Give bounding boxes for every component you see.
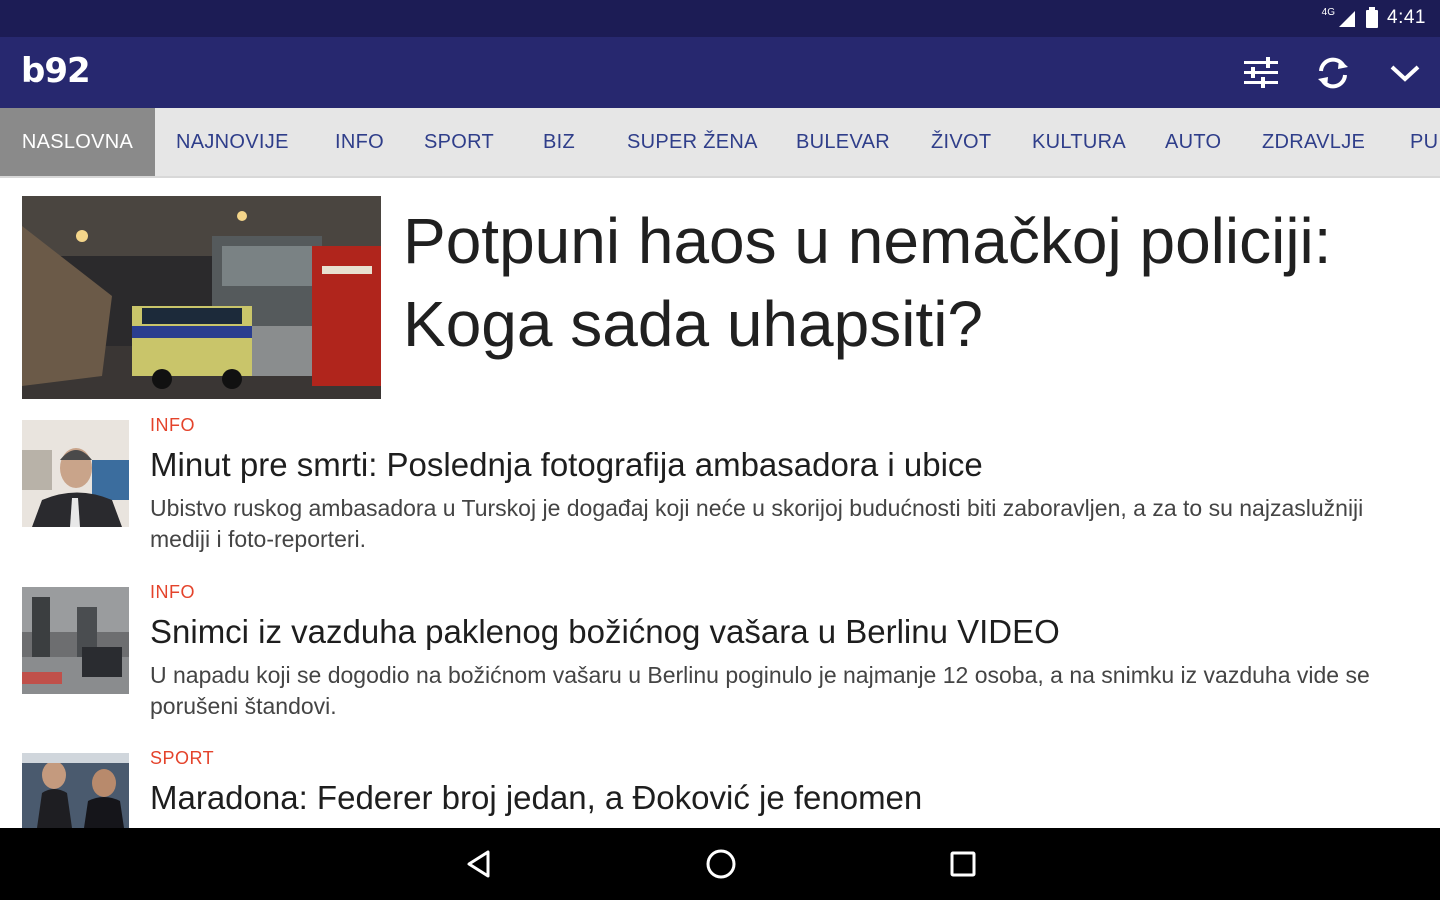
refresh-icon (1318, 57, 1348, 89)
refresh-button[interactable] (1310, 51, 1356, 95)
sliders-icon (1244, 57, 1278, 88)
tab-zdravlje[interactable]: ZDRAVLJE (1262, 108, 1365, 176)
filter-button[interactable] (1238, 51, 1284, 95)
featured-headline[interactable]: Potpuni haos u nemačkoj policiji: Koga s… (403, 200, 1413, 366)
app-bar: b92 (0, 37, 1440, 108)
home-icon (706, 849, 736, 879)
article-thumbnail (22, 587, 129, 694)
tab-label: ZDRAVLJE (1262, 131, 1366, 153)
article-category: SPORT (150, 748, 215, 768)
tab-info[interactable]: INFO (335, 108, 384, 176)
system-nav-bar (0, 828, 1440, 900)
status-icons: 4G 4:41 (1322, 7, 1426, 29)
category-tabs: NASLOVNA NAJNOVIJE INFO SPORT BIZ SUPER … (0, 108, 1440, 178)
tab-label: PU (1410, 131, 1439, 153)
tab-label: NAJNOVIJE (176, 131, 289, 153)
recents-button[interactable] (938, 842, 988, 886)
signal-icon (1339, 11, 1356, 27)
featured-image[interactable] (22, 196, 381, 399)
tab-biz[interactable]: BIZ (543, 108, 575, 176)
article-summary: U napadu koji se dogodio na božićnom vaš… (150, 662, 1370, 719)
tab-label: INFO (335, 131, 384, 153)
tab-naslovna[interactable]: NASLOVNA (0, 108, 155, 176)
tab-label: ŽIVOT (931, 131, 992, 153)
article-category: INFO (150, 582, 195, 602)
tab-kultura[interactable]: KULTURA (1032, 108, 1126, 176)
status-bar: 4G 4:41 (0, 0, 1440, 37)
tab-label: BULEVAR (796, 131, 890, 153)
back-icon (467, 850, 490, 878)
article-title[interactable]: Snimci iz vazduha paklenog božićnog vaša… (150, 613, 1060, 651)
article-thumbnail (22, 753, 129, 828)
battery-icon (1366, 7, 1379, 28)
tab-auto[interactable]: AUTO (1165, 108, 1221, 176)
tab-sport[interactable]: SPORT (424, 108, 494, 176)
article-thumbnail (22, 420, 129, 527)
tab-label: NASLOVNA (21, 131, 134, 153)
tab-zivot[interactable]: ŽIVOT (931, 108, 991, 176)
menu-expand-button[interactable] (1382, 51, 1428, 95)
tab-label: KULTURA (1032, 131, 1126, 153)
chevron-down-icon (1390, 65, 1420, 82)
back-button[interactable] (454, 842, 504, 886)
article-summary: Ubistvo ruskog ambasadora u Turskoj je d… (150, 495, 1364, 552)
tab-bulevar[interactable]: BULEVAR (796, 108, 890, 176)
article-category: INFO (150, 415, 195, 435)
tab-label: AUTO (1165, 131, 1222, 153)
article-title[interactable]: Maradona: Federer broj jedan, a Đoković … (150, 779, 922, 817)
tab-label: BIZ (543, 131, 576, 153)
tab-najnovije[interactable]: NAJNOVIJE (176, 108, 289, 176)
article-title[interactable]: Minut pre smrti: Poslednja fotografija a… (150, 446, 983, 484)
tab-super-zena[interactable]: SUPER ŽENA (627, 108, 758, 176)
home-button[interactable] (696, 842, 746, 886)
network-type: 4G (1321, 6, 1336, 18)
b92-logo: b92 (21, 51, 91, 91)
tab-pu[interactable]: PU (1410, 108, 1438, 176)
recents-icon (950, 851, 976, 877)
clock: 4:41 (1387, 7, 1426, 28)
tab-label: SUPER ŽENA (627, 131, 758, 153)
tab-label: SPORT (424, 131, 495, 153)
